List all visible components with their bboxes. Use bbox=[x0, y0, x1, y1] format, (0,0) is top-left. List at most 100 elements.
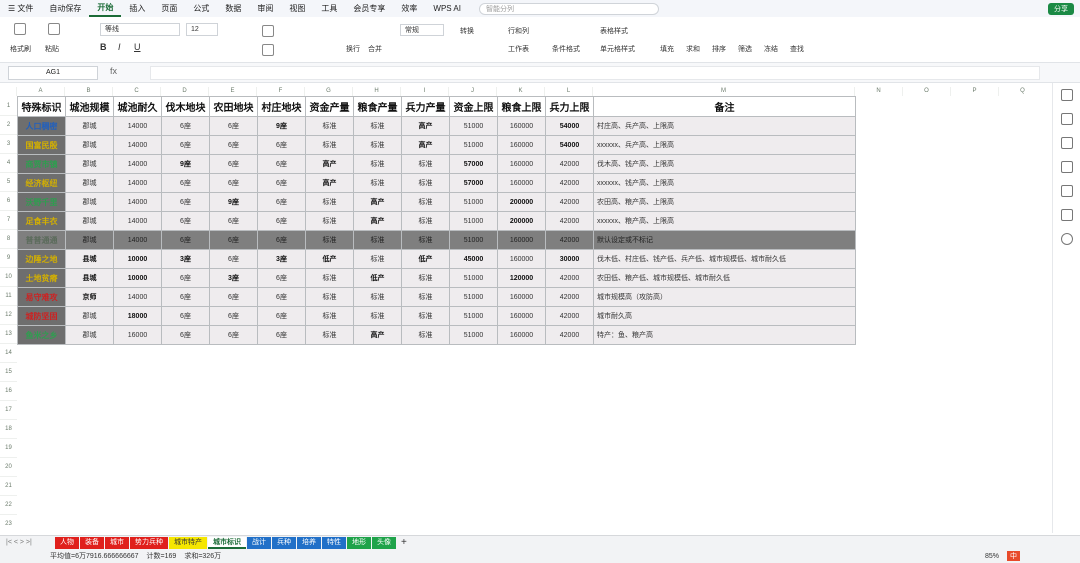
note-cell[interactable]: 城市规模高（攻防高） bbox=[593, 287, 856, 307]
zoom-level[interactable]: 85% bbox=[985, 553, 999, 560]
sheet-tab[interactable]: 装备 bbox=[80, 536, 104, 549]
table-cell[interactable]: 6座 bbox=[161, 306, 210, 326]
table-cell[interactable]: 6座 bbox=[209, 306, 258, 326]
special-tag-cell[interactable]: 易守难攻 bbox=[17, 287, 66, 307]
paste-button[interactable]: 粘贴 bbox=[45, 44, 59, 54]
table-cell[interactable]: 9座 bbox=[257, 116, 306, 136]
table-cell[interactable]: 6座 bbox=[161, 230, 210, 250]
table-cell[interactable]: 郡城 bbox=[65, 116, 114, 136]
format-painter-button[interactable]: 格式刷 bbox=[10, 44, 31, 54]
table-cell[interactable]: 6座 bbox=[257, 192, 306, 212]
row-header[interactable]: 3 bbox=[0, 135, 17, 154]
bold-button[interactable]: B bbox=[100, 42, 107, 52]
table-cell[interactable]: 6座 bbox=[209, 211, 258, 231]
note-cell[interactable]: 村庄高、兵产高、上限高 bbox=[593, 116, 856, 136]
filter-button[interactable]: 筛选 bbox=[738, 44, 752, 54]
sheet-tab[interactable]: 地形 bbox=[347, 536, 371, 549]
column-header[interactable]: O bbox=[903, 87, 951, 96]
freeze-button[interactable]: 冻结 bbox=[764, 44, 778, 54]
table-cell[interactable]: 高产 bbox=[353, 325, 402, 345]
table-cell[interactable]: 标准 bbox=[305, 268, 354, 288]
table-cell[interactable]: 57000 bbox=[449, 173, 498, 193]
row-header[interactable]: 1 bbox=[0, 96, 17, 116]
table-cell[interactable]: 高产 bbox=[305, 154, 354, 174]
table-cell[interactable]: 3座 bbox=[161, 249, 210, 269]
row-header[interactable]: 14 bbox=[0, 344, 17, 363]
sheet-tab[interactable]: 培养 bbox=[297, 536, 321, 549]
help-icon[interactable] bbox=[1061, 233, 1073, 245]
column-title[interactable]: 村庄地块 bbox=[257, 96, 306, 117]
formula-input[interactable] bbox=[150, 66, 1040, 80]
table-cell[interactable]: 6座 bbox=[209, 249, 258, 269]
table-cell[interactable]: 6座 bbox=[257, 325, 306, 345]
table-cell[interactable]: 标准 bbox=[401, 230, 450, 250]
table-cell[interactable]: 县城 bbox=[65, 268, 114, 288]
column-title[interactable]: 兵力上限 bbox=[545, 96, 594, 117]
table-cell[interactable]: 18000 bbox=[113, 306, 162, 326]
column-header[interactable]: F bbox=[257, 87, 305, 96]
table-cell[interactable]: 6座 bbox=[209, 325, 258, 345]
row-header[interactable]: 18 bbox=[0, 420, 17, 439]
table-cell[interactable]: 标准 bbox=[401, 306, 450, 326]
table-cell[interactable]: 16000 bbox=[113, 325, 162, 345]
special-tag-cell[interactable]: 普普通通 bbox=[17, 230, 66, 250]
table-cell[interactable]: 6座 bbox=[257, 230, 306, 250]
row-header[interactable]: 10 bbox=[0, 268, 17, 287]
special-tag-cell[interactable]: 经济枢纽 bbox=[17, 173, 66, 193]
sheet-tab[interactable]: 兵种 bbox=[272, 536, 296, 549]
table-cell[interactable]: 3座 bbox=[257, 249, 306, 269]
column-header[interactable]: C bbox=[113, 87, 161, 96]
special-tag-cell[interactable]: 商贾市镇 bbox=[17, 154, 66, 174]
table-cell[interactable]: 51000 bbox=[449, 287, 498, 307]
table-cell[interactable]: 标准 bbox=[305, 116, 354, 136]
fill-button[interactable]: 填充 bbox=[660, 44, 674, 54]
table-cell[interactable]: 6座 bbox=[257, 268, 306, 288]
search-input[interactable]: 智能分列 bbox=[478, 2, 659, 15]
note-cell[interactable]: 城市耐久高 bbox=[593, 306, 856, 326]
table-cell[interactable]: 42000 bbox=[545, 154, 594, 174]
table-cell[interactable]: 标准 bbox=[305, 287, 354, 307]
column-header[interactable]: Q bbox=[999, 87, 1045, 96]
table-cell[interactable]: 标准 bbox=[401, 154, 450, 174]
align-top-icon[interactable] bbox=[262, 25, 274, 37]
column-header[interactable]: M bbox=[593, 87, 855, 96]
style-icon[interactable] bbox=[1061, 137, 1073, 149]
table-cell[interactable]: 57000 bbox=[449, 154, 498, 174]
note-cell[interactable]: 伐木高、钱产高、上限高 bbox=[593, 154, 856, 174]
table-cell[interactable]: 14000 bbox=[113, 230, 162, 250]
table-cell[interactable]: 标准 bbox=[401, 287, 450, 307]
table-cell[interactable]: 高产 bbox=[401, 116, 450, 136]
chart-icon[interactable] bbox=[1061, 185, 1073, 197]
table-cell[interactable]: 51000 bbox=[449, 192, 498, 212]
column-title[interactable]: 粮食上限 bbox=[497, 96, 546, 117]
row-header[interactable]: 11 bbox=[0, 287, 17, 306]
table-cell[interactable]: 200000 bbox=[497, 192, 546, 212]
table-cell[interactable]: 6座 bbox=[257, 173, 306, 193]
table-cell[interactable]: 6座 bbox=[209, 173, 258, 193]
table-cell[interactable]: 低产 bbox=[401, 249, 450, 269]
merge-button[interactable]: 合并 bbox=[368, 44, 382, 54]
menu-item[interactable]: 插入 bbox=[121, 3, 153, 14]
special-tag-cell[interactable]: 国富民殷 bbox=[17, 135, 66, 155]
table-cell[interactable]: 10000 bbox=[113, 268, 162, 288]
special-tag-cell[interactable]: 城防坚固 bbox=[17, 306, 66, 326]
table-cell[interactable]: 14000 bbox=[113, 211, 162, 231]
table-cell[interactable]: 51000 bbox=[449, 211, 498, 231]
shape-icon[interactable] bbox=[1061, 113, 1073, 125]
table-cell[interactable]: 160000 bbox=[497, 287, 546, 307]
underline-button[interactable]: U bbox=[134, 42, 141, 52]
sheet-tab[interactable]: 头像 bbox=[372, 536, 396, 549]
table-cell[interactable]: 160000 bbox=[497, 230, 546, 250]
tab-navigation[interactable]: |< < > >| bbox=[0, 539, 55, 546]
table-cell[interactable]: 标准 bbox=[401, 325, 450, 345]
table-cell[interactable]: 标准 bbox=[305, 135, 354, 155]
table-cell[interactable]: 高产 bbox=[401, 135, 450, 155]
special-tag-cell[interactable]: 沃野千里 bbox=[17, 192, 66, 212]
column-header[interactable]: K bbox=[497, 87, 545, 96]
table-cell[interactable]: 120000 bbox=[497, 268, 546, 288]
table-cell[interactable]: 160000 bbox=[497, 116, 546, 136]
sheet-tab[interactable]: 势力兵种 bbox=[130, 536, 168, 549]
table-cell[interactable]: 6座 bbox=[161, 135, 210, 155]
row-header[interactable]: 16 bbox=[0, 382, 17, 401]
table-cell[interactable]: 低产 bbox=[305, 249, 354, 269]
